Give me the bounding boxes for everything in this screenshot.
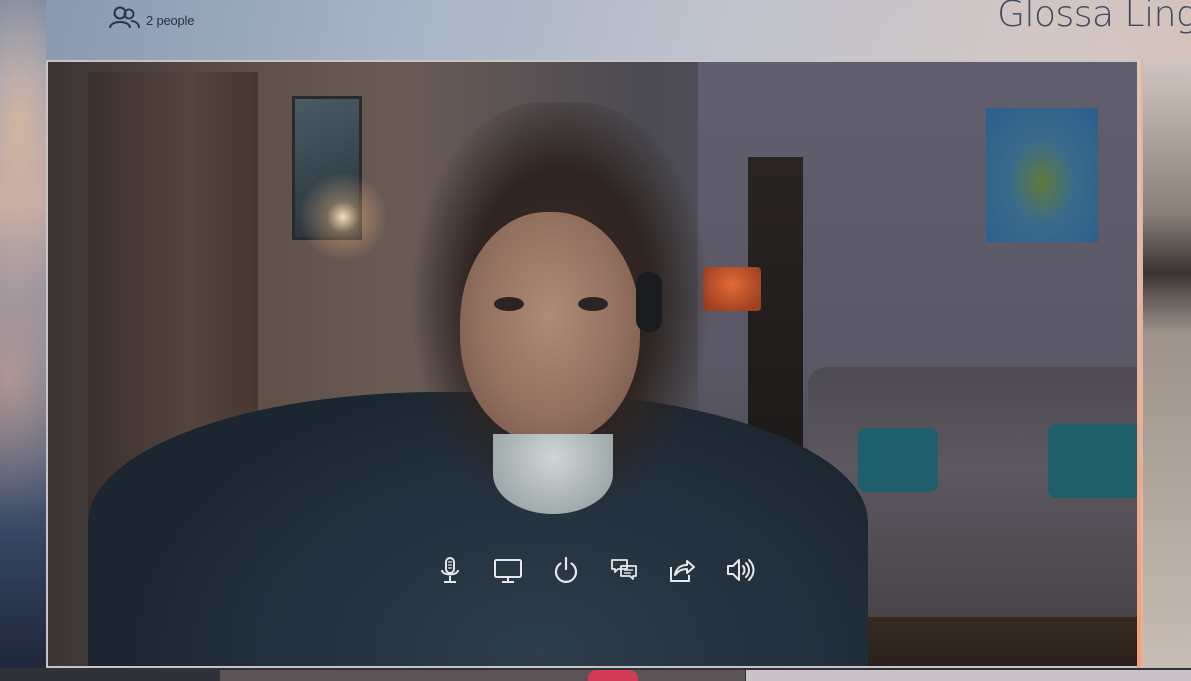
- screen-share-button[interactable]: [492, 554, 524, 586]
- video-participant-eye: [494, 297, 524, 311]
- secondary-video-feed[interactable]: [1141, 60, 1191, 668]
- participants-count: 2 people: [146, 12, 195, 28]
- thumbnail-video[interactable]: [220, 670, 745, 681]
- video-participant-headset: [636, 272, 662, 332]
- share-button[interactable]: [666, 554, 698, 586]
- video-participant-face: [460, 212, 640, 442]
- video-participant-eye: [578, 297, 608, 311]
- monitor-icon: [494, 559, 522, 583]
- video-scene-pillow: [858, 428, 938, 492]
- video-scene-lampshade: [703, 267, 761, 311]
- brand-title: Glossa Ling: [997, 0, 1191, 35]
- thumbnail-badge: [588, 670, 638, 681]
- volume-icon: [727, 559, 755, 581]
- video-participant-collar: [493, 434, 613, 514]
- microphone-icon: [441, 557, 459, 583]
- volume-button[interactable]: [724, 554, 756, 586]
- thumbnail-video[interactable]: [746, 670, 1191, 681]
- video-scene-lamp: [298, 172, 388, 262]
- video-scene-pillow: [1048, 424, 1137, 498]
- share-icon: [670, 560, 695, 582]
- end-call-button[interactable]: [550, 554, 582, 586]
- main-video-feed[interactable]: [46, 60, 1139, 668]
- chat-button[interactable]: [608, 554, 640, 586]
- call-controls: [434, 550, 756, 590]
- power-icon: [554, 556, 578, 583]
- chat-icon: [611, 559, 637, 580]
- people-icon: [108, 5, 140, 36]
- mute-button[interactable]: [434, 554, 466, 586]
- video-scene-painting: [986, 108, 1098, 242]
- participants-indicator[interactable]: 2 people: [108, 6, 194, 34]
